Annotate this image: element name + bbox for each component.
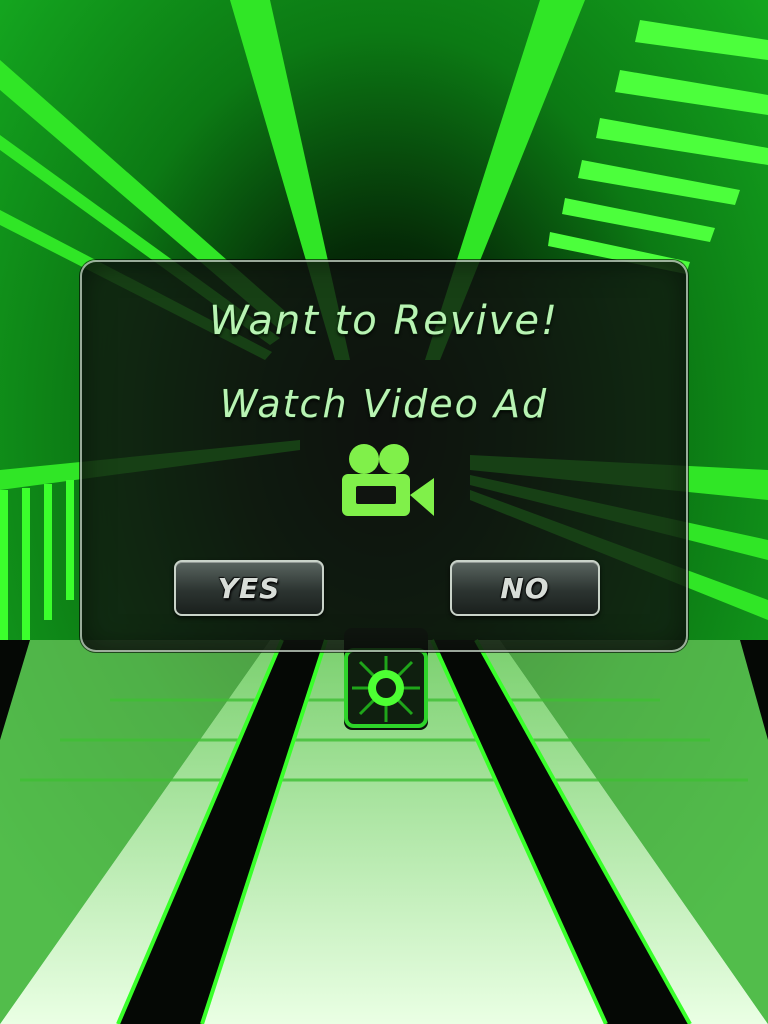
video-camera-icon — [342, 444, 434, 516]
target-ring-icon — [368, 670, 404, 706]
no-button[interactable]: NO — [450, 560, 600, 616]
no-button-label: NO — [500, 571, 550, 605]
dialog-title: Want to Revive! — [209, 298, 559, 344]
revive-dialog: Want to Revive! Watch Video Ad YES NO — [80, 260, 688, 652]
yes-button-label: YES — [217, 571, 281, 605]
yes-button[interactable]: YES — [174, 560, 324, 616]
dialog-subtitle: Watch Video Ad — [219, 382, 549, 426]
